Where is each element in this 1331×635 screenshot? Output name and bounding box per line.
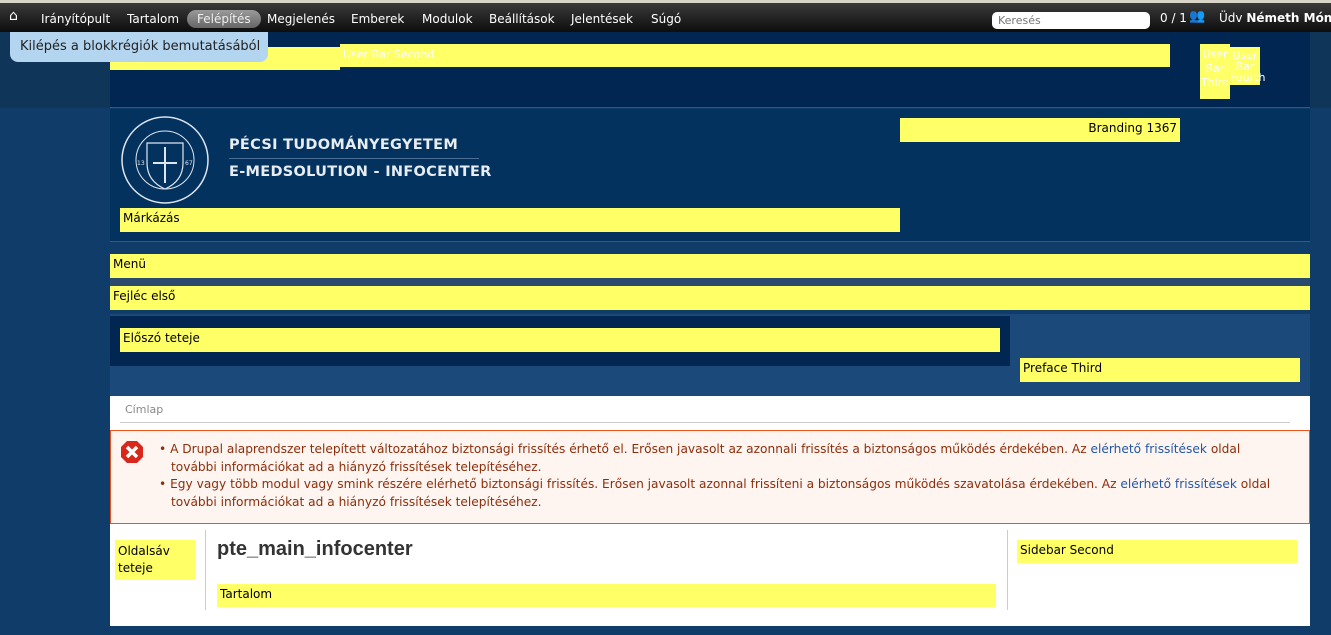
- right-strip: [1310, 32, 1331, 108]
- error-messages: A Drupal alaprendszer telepített változa…: [110, 430, 1310, 524]
- region-user-bar-second: User Bar Second: [340, 44, 1170, 67]
- home-icon[interactable]: ⌂: [9, 8, 18, 24]
- region-sidebar-first: Oldalsáv teteje: [115, 540, 195, 580]
- toolbar-people[interactable]: Emberek: [341, 10, 414, 28]
- region-sidebar-second: Sidebar Second: [1017, 540, 1297, 563]
- sidebar-divider: [1007, 530, 1008, 610]
- user-greeting: Üdv Németh Mónik: [1219, 11, 1331, 25]
- toolbar-reports[interactable]: Jelentések: [561, 10, 643, 28]
- site-name[interactable]: PÉCSI TUDOMÁNYEGYETEM: [229, 137, 458, 153]
- toolbar-settings[interactable]: Beállítások: [479, 10, 565, 28]
- page-title: pte_main_infocenter: [217, 538, 413, 560]
- region-menu: Menü: [110, 254, 1310, 278]
- region-content: Tartalom: [217, 584, 996, 607]
- region-header-first: Fejléc első: [110, 286, 1310, 310]
- region-branding-1367: Branding 1367: [900, 118, 1180, 142]
- region-user-bar-fourth: User Bar Fourth: [1230, 47, 1266, 85]
- region-preface-first: Előszó teteje: [120, 328, 1000, 352]
- sidebar-divider: [205, 530, 206, 610]
- toolbar-modules[interactable]: Modulok: [412, 10, 483, 28]
- svg-text:67: 67: [185, 160, 193, 167]
- toolbar-help[interactable]: Súgó: [641, 10, 691, 28]
- search-input[interactable]: [992, 12, 1150, 29]
- toolbar-dashboard[interactable]: Irányítópult: [31, 10, 120, 28]
- region-preface-third: Preface Third: [1020, 358, 1300, 382]
- error-message: A Drupal alaprendszer telepített változa…: [159, 441, 1289, 476]
- svg-text:13: 13: [137, 160, 145, 167]
- region-branding: Márkázás: [120, 208, 900, 232]
- toolbar-content[interactable]: Tartalom: [117, 10, 189, 28]
- site-slogan: E-MEDSOLUTION - INFOCENTER: [229, 164, 492, 180]
- menu-separator: [110, 278, 1310, 286]
- online-users-count: 0 / 1: [1160, 11, 1187, 25]
- toolbar-structure[interactable]: Felépítés: [187, 10, 261, 28]
- error-message: Egy vagy több modul vagy smink részére e…: [159, 476, 1289, 511]
- university-seal-logo: 13 67: [121, 116, 209, 204]
- region-user-bar-third: User Bar Third: [1200, 44, 1230, 99]
- error-icon: [121, 441, 143, 463]
- logo-divider: [229, 158, 479, 159]
- users-icon: 👥: [1189, 9, 1206, 24]
- exit-block-demo-link[interactable]: Kilépés a blokkrégiók bemutatásából: [10, 32, 268, 62]
- available-updates-link[interactable]: elérhető frissítések: [1091, 442, 1207, 456]
- user-name[interactable]: Németh Mónik: [1246, 11, 1331, 25]
- breadcrumb-divider: [120, 422, 1290, 423]
- breadcrumb-home[interactable]: Címlap: [125, 403, 163, 416]
- admin-toolbar: ⌂ Irányítópult Tartalom Felépítés Megjel…: [0, 0, 1331, 32]
- toolbar-appearance[interactable]: Megjelenés: [257, 10, 345, 28]
- available-updates-link[interactable]: elérhető frissítések: [1120, 477, 1236, 491]
